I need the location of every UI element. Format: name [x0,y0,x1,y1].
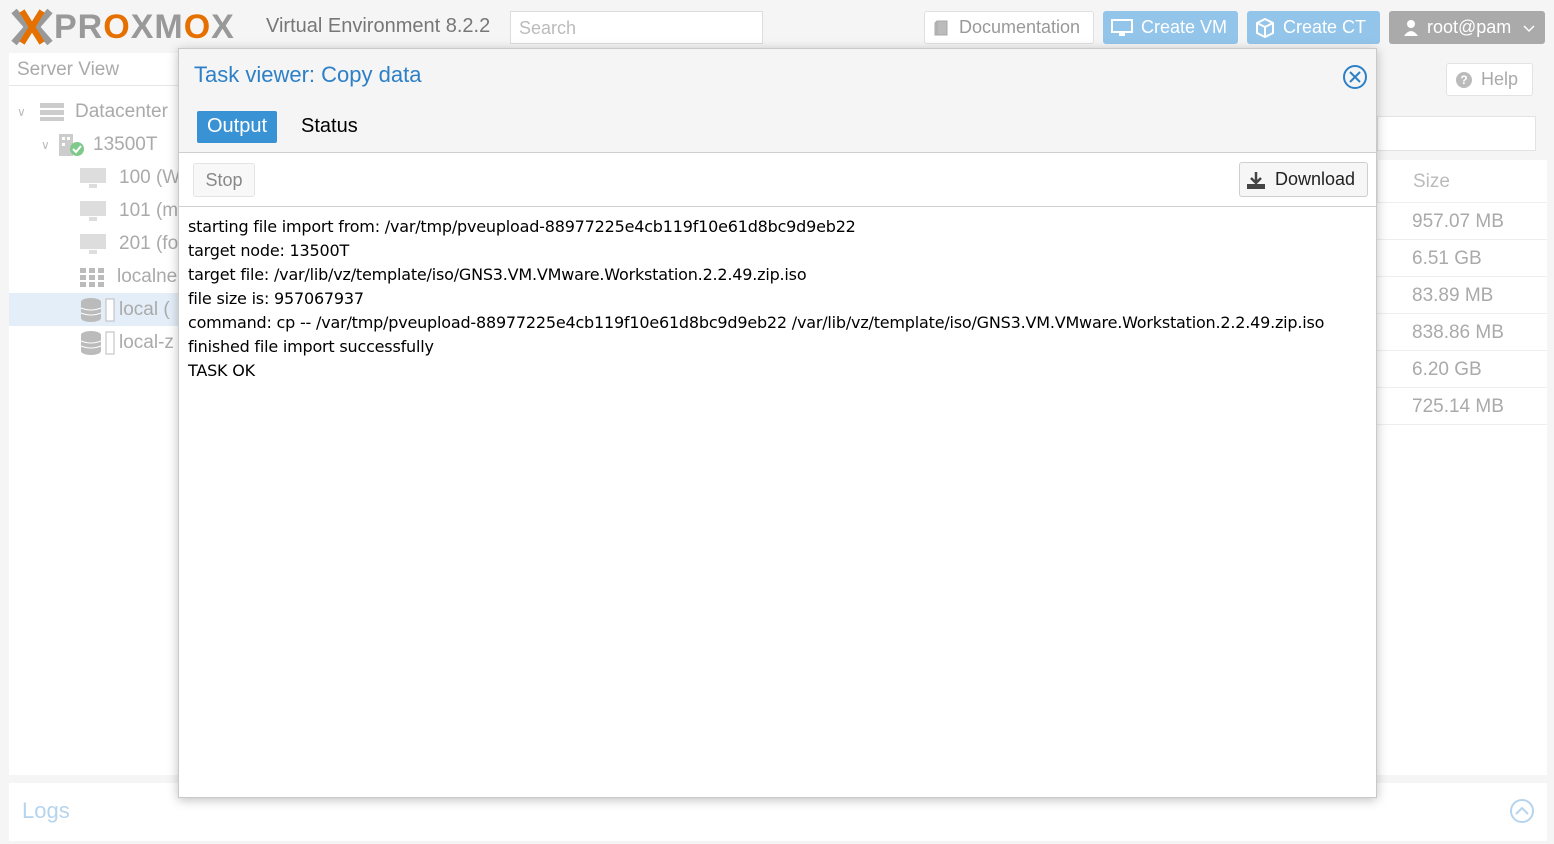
tree-item-localnetwork[interactable]: localne [9,260,185,293]
vm-monitor-icon [79,167,107,189]
tree-item-vm-201[interactable]: 201 (fo [9,227,185,260]
size-cell[interactable]: 83.89 MB [1377,277,1547,314]
question-icon: ? [1455,71,1473,89]
dialog-toolbar: Stop Download [179,153,1376,207]
size-cell[interactable]: 838.86 MB [1377,314,1547,351]
chevron-down-icon: ∨ [41,137,50,152]
logo-wordmark: PR O XM O X [54,7,235,46]
tree-item-datacenter[interactable]: ∨ Datacenter [9,95,185,128]
monitor-icon [1111,18,1133,37]
tree-item-label: 201 (fo [119,232,179,254]
user-label: root@pam [1427,17,1512,37]
tree-item-label: 101 (m [119,199,179,221]
help-label: Help [1481,69,1519,89]
chevron-down-icon: ∨ [17,104,26,119]
log-line: target file: /var/lib/vz/template/iso/GN… [188,265,807,284]
top-bar: PR O XM O X Virtual Environment 8.2.2 Search… [0,0,1554,54]
log-line: TASK OK [188,361,255,380]
dialog-title: Task viewer: Copy data [194,62,422,87]
download-icon [1246,170,1266,190]
user-icon [1403,19,1419,37]
svg-text:?: ? [1460,73,1467,87]
help-button[interactable]: ? Help [1446,63,1533,96]
storage-icon [79,297,115,323]
task-output-log: starting file import from: /var/tmp/pveu… [188,215,1368,383]
download-label: Download [1275,169,1356,189]
tree-item-label: local-z [119,331,174,353]
create-ct-label: Create CT [1283,17,1367,37]
tree-item-storage-local-zfs[interactable]: local-z [9,326,185,359]
tree-item-label: local ( [119,298,170,320]
view-selector[interactable]: Server View [9,53,185,86]
stop-button[interactable]: Stop [193,163,255,197]
tree-item-label: localne [117,265,178,287]
content-table: Size 957.07 MB 6.51 GB 83.89 MB 838.86 M… [1377,160,1547,775]
create-ct-button[interactable]: Create CT [1247,11,1380,44]
search-input[interactable]: Search [510,11,763,44]
network-grid-icon [79,267,105,287]
tree-item-vm-100[interactable]: 100 (W [9,161,185,194]
documentation-button[interactable]: Documentation [924,11,1094,44]
cube-icon [1255,17,1275,38]
size-cell[interactable]: 6.20 GB [1377,351,1547,388]
resource-tree-panel: Server View ∨ Datacenter ∨ 13500T 100 (W [9,53,185,775]
log-line: target node: 13500T [188,241,350,260]
size-cell[interactable]: 957.07 MB [1377,203,1547,240]
product-version: Virtual Environment 8.2.2 [266,15,491,37]
resource-tree: ∨ Datacenter ∨ 13500T 100 (W 101 (m 201 … [9,95,185,359]
download-button[interactable]: Download [1239,162,1368,197]
log-line: file size is: 957067937 [188,289,364,308]
chevron-up-circle-icon[interactable] [1509,798,1535,829]
tab-output[interactable]: Output [197,111,278,143]
log-line: starting file import from: /var/tmp/pveu… [188,217,856,236]
vm-monitor-icon [79,233,107,255]
server-rack-icon [39,102,65,122]
tree-item-label: 100 (W [119,166,181,188]
filter-input[interactable] [1377,116,1536,151]
dialog-header: Task viewer: Copy data [179,49,1376,99]
documentation-label: Documentation [959,17,1081,37]
tree-item-label: Datacenter [75,100,168,122]
chevron-down-icon [1523,17,1535,38]
task-viewer-dialog: Task viewer: Copy data Output Status Sto… [178,48,1377,798]
logs-title[interactable]: Logs [22,798,70,824]
proxmox-x-icon [11,8,53,46]
size-cell[interactable]: 725.14 MB [1377,388,1547,425]
tree-item-label: 13500T [93,133,158,155]
log-line: finished file import successfully [188,337,434,356]
tree-item-node[interactable]: ∨ 13500T [9,128,185,161]
tab-status[interactable]: Status [291,111,368,143]
node-online-icon [57,133,85,157]
vm-monitor-icon [79,200,107,222]
create-vm-label: Create VM [1141,17,1228,37]
user-menu-button[interactable]: root@pam [1389,11,1545,44]
log-line: command: cp -- /var/tmp/pveupload-889772… [188,313,1325,332]
create-vm-button[interactable]: Create VM [1103,11,1238,44]
close-icon[interactable] [1342,64,1368,95]
size-column-header[interactable]: Size [1377,160,1547,203]
dialog-tabbar: Output Status [179,99,1376,153]
proxmox-logo[interactable]: PR O XM O X [10,7,235,47]
tree-item-vm-101[interactable]: 101 (m [9,194,185,227]
tree-item-storage-local[interactable]: local ( [9,293,185,326]
size-cell[interactable]: 6.51 GB [1377,240,1547,277]
storage-icon [79,330,115,356]
book-icon [933,19,951,37]
